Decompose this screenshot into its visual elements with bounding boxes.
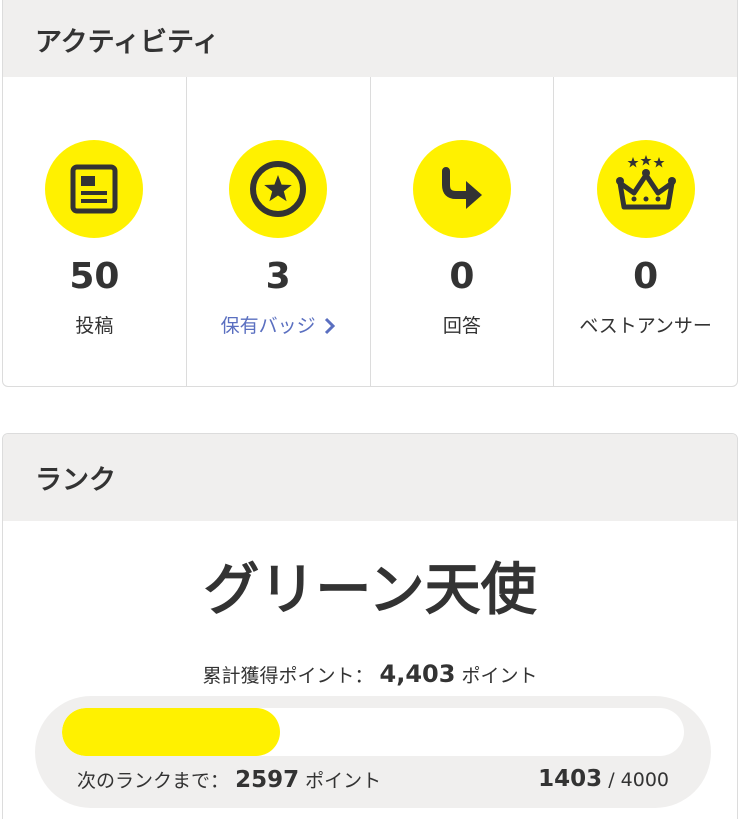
rank-card: ランク グリーン天使 累計獲得ポイント： 4,403 ポイント 次のランクまで：… bbox=[2, 433, 738, 819]
stat-best-answers[interactable]: 0 ベストアンサー bbox=[554, 77, 737, 386]
answers-count: 0 bbox=[449, 256, 475, 297]
rank-name: グリーン天使 bbox=[203, 558, 537, 623]
activity-stats: 50 投稿 3 保有バッジ 0 回答 0 ベストアンサー bbox=[3, 77, 737, 386]
ratio-separator: / bbox=[602, 769, 621, 791]
badges-link[interactable]: 保有バッジ bbox=[221, 313, 336, 339]
badges-label: 保有バッジ bbox=[220, 315, 316, 337]
activity-title: アクティビティ bbox=[3, 0, 737, 77]
total-points-value: 4,403 bbox=[379, 660, 456, 688]
posts-label: 投稿 bbox=[75, 315, 114, 337]
next-rank-value: 2597 bbox=[235, 767, 300, 793]
total-points-unit: ポイント bbox=[461, 665, 538, 687]
next-rank-label: 次のランクまで： bbox=[77, 770, 230, 792]
answers-label: 回答 bbox=[442, 315, 481, 337]
best-answers-count: 0 bbox=[633, 256, 659, 297]
stat-answers[interactable]: 0 回答 bbox=[371, 77, 555, 386]
stat-badges[interactable]: 3 保有バッジ bbox=[187, 77, 371, 386]
best-answers-label: ベストアンサー bbox=[579, 315, 712, 337]
progress-bar bbox=[62, 708, 684, 756]
current-points: 1403 bbox=[538, 766, 603, 792]
next-rank-unit: ポイント bbox=[305, 770, 382, 792]
max-points: 4000 bbox=[620, 769, 669, 791]
total-points-label: 累計獲得ポイント： bbox=[202, 665, 374, 687]
progress-fill bbox=[62, 708, 280, 756]
star-badge-icon bbox=[229, 140, 328, 238]
chevron-right-icon bbox=[324, 317, 335, 335]
activity-card: アクティビティ 50 投稿 3 保有バッジ 0 回答 0 ベストアンサー bbox=[2, 0, 738, 387]
rank-title: ランク bbox=[3, 434, 737, 521]
posts-count: 50 bbox=[69, 256, 120, 297]
crown-icon bbox=[596, 140, 695, 238]
stat-posts[interactable]: 50 投稿 bbox=[3, 77, 187, 386]
progress-ratio: 1403 / 4000 bbox=[538, 766, 669, 792]
article-icon bbox=[45, 140, 144, 238]
badges-count: 3 bbox=[265, 256, 291, 297]
rank-progress-panel: 次のランクまで： 2597 ポイント 1403 / 4000 bbox=[35, 696, 711, 808]
reply-arrow-icon bbox=[412, 140, 511, 238]
next-rank-info: 次のランクまで： 2597 ポイント bbox=[77, 766, 381, 793]
total-points: 累計獲得ポイント： 4,403 ポイント bbox=[3, 661, 737, 689]
